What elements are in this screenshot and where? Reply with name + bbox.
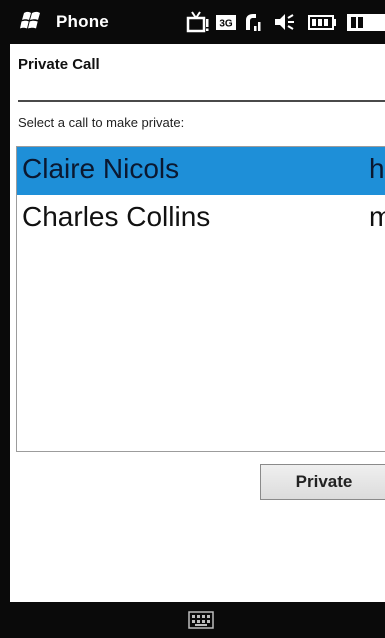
call-item-claire-nicols[interactable]: Claire Nicols h xyxy=(17,147,385,195)
phone-screen: Phone 3G Private Call Select a call to m… xyxy=(0,0,385,638)
tv-notification-icon[interactable] xyxy=(186,10,210,34)
signal-icon xyxy=(242,10,266,34)
private-button[interactable]: Private xyxy=(260,464,385,500)
call-type: m xyxy=(369,201,385,233)
status-bar: Phone 3G xyxy=(10,0,385,44)
3g-icon: 3G xyxy=(215,10,237,34)
battery-icon[interactable] xyxy=(308,10,338,34)
svg-text:3G: 3G xyxy=(219,19,233,30)
app-title: Phone xyxy=(56,12,109,31)
keyboard-icon[interactable] xyxy=(188,611,214,629)
device-bezel xyxy=(0,0,10,638)
call-list[interactable]: Claire Nicols h Charles Collins m xyxy=(16,146,385,452)
call-type: h xyxy=(369,153,385,184)
clock-icon[interactable] xyxy=(346,10,385,34)
instruction-label: Select a call to make private: xyxy=(18,115,185,130)
call-item-charles-collins[interactable]: Charles Collins m xyxy=(17,195,385,243)
page-title: Private Call xyxy=(18,56,100,73)
softkey-bar xyxy=(10,602,385,638)
call-name: Charles Collins xyxy=(22,201,211,232)
call-name: Claire Nicols xyxy=(22,153,180,184)
header-divider xyxy=(18,100,385,102)
windows-start-icon[interactable] xyxy=(18,10,44,32)
volume-icon[interactable] xyxy=(272,10,296,34)
